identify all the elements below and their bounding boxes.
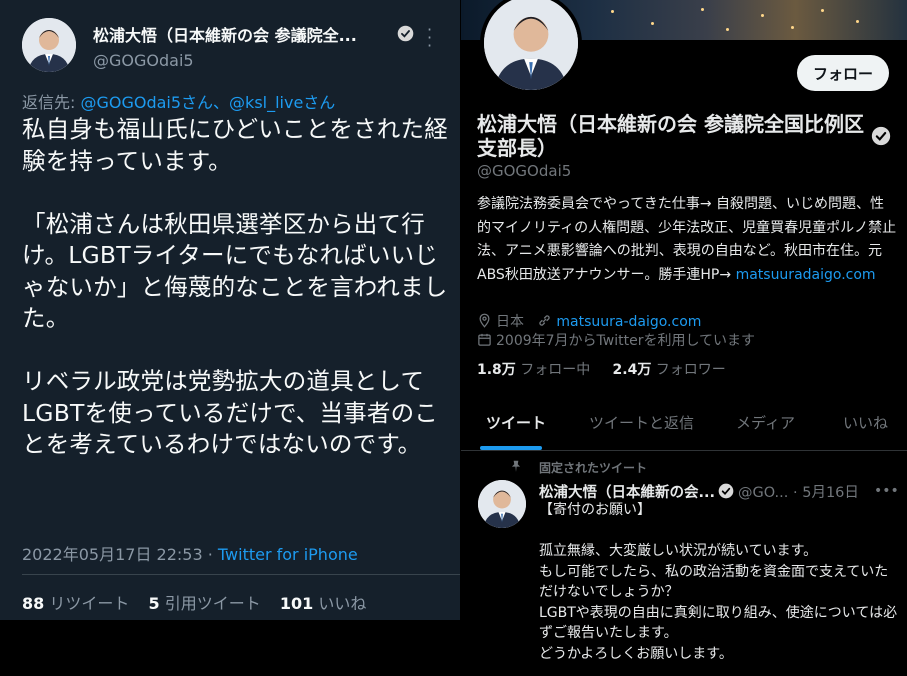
profile-panel: フォロー 松浦大悟（日本維新の会 参議院全国比例区支部長） @GOGOdai5 … <box>461 0 907 676</box>
pinned-label: 固定されたツイート <box>539 461 648 475</box>
pin-icon <box>511 460 521 472</box>
location-icon <box>479 313 490 328</box>
more-options-icon[interactable]: · · · <box>427 22 432 54</box>
tweet-text: 私自身も福山氏にひどいことをされた経験を持っています。 「松浦さんは秋田県選挙区… <box>22 115 448 458</box>
profile-joined: 2009年7月からTwitterを利用しています <box>496 333 756 349</box>
followers-count-link[interactable]: 2.4万 フォロワー <box>613 362 726 378</box>
tweet-meta: 2022年05月17日 22:53 · Twitter for iPhone <box>22 541 358 565</box>
author-handle[interactable]: @GOGOdai5 <box>93 51 194 70</box>
tweet-detail-panel: 松浦大悟（日本維新の会 参議院全... · · · @GOGOdai5 返信先: @… <box>0 0 460 620</box>
tweet-timestamp[interactable]: 2022年05月17日 22:53 · <box>22 545 218 564</box>
tweet-source-link[interactable]: Twitter for iPhone <box>218 545 358 564</box>
author-name[interactable]: 松浦大悟（日本維新の会 参議院全... <box>93 22 357 46</box>
pinned-tweet-avatar[interactable] <box>478 480 526 528</box>
verified-badge-icon <box>397 25 414 42</box>
link-icon <box>539 315 551 326</box>
following-count-link[interactable]: 1.8万 フォロー中 <box>477 362 590 378</box>
verified-badge-icon <box>718 483 734 499</box>
tab-likes[interactable]: いいね <box>843 412 888 433</box>
follow-counts: 1.8万 フォロー中 2.4万 フォロワー <box>477 359 726 379</box>
profile-handle: @GOGOdai5 <box>477 162 572 180</box>
quotes-stat[interactable]: 5 引用ツイート <box>148 594 260 613</box>
divider <box>22 574 460 575</box>
profile-joined-row: 2009年7月からTwitterを利用しています <box>477 330 755 350</box>
profile-info-row: 日本 matsuura-daigo.com <box>477 311 701 331</box>
profile-avatar[interactable] <box>480 0 582 94</box>
tab-tweets[interactable]: ツイート <box>486 412 546 433</box>
profile-tabs: ツイート ツイートと返信 メディア いいね <box>461 398 907 451</box>
pinned-tweet-text: 【寄付のお願い】 孤立無縁、大変厳しい状況が続いています。 もし可能でしたら、私… <box>539 502 898 662</box>
profile-bio: 参議院法務委員会でやってきた仕事→ 自殺問題、いじめ問題、性的マイノリティの人権… <box>477 193 897 287</box>
profile-name: 松浦大悟（日本維新の会 参議院全国比例区支部長） <box>477 112 864 160</box>
profile-location: 日本 <box>496 314 524 330</box>
reply-mentions-link[interactable]: @GOGOdai5さん、@ksl_liveさん <box>80 93 335 112</box>
follow-button[interactable]: フォロー <box>797 55 889 91</box>
profile-website-link[interactable]: matsuura-daigo.com <box>556 314 701 330</box>
verified-badge-icon <box>871 126 891 146</box>
author-avatar[interactable] <box>22 18 76 72</box>
calendar-icon <box>478 333 491 346</box>
reply-to-label: 返信先: <box>22 93 81 112</box>
pinned-tweet-handle-date[interactable]: @GO... · 5月16日 <box>738 481 859 502</box>
retweets-stat[interactable]: 88 リツイート <box>22 594 129 613</box>
reply-to-line: 返信先: @GOGOdai5さん、@ksl_liveさん <box>22 89 335 113</box>
active-tab-indicator <box>480 446 542 450</box>
more-options-icon[interactable]: ••• <box>874 483 899 499</box>
likes-stat[interactable]: 101 いいね <box>280 594 367 613</box>
tab-tweets-and-replies[interactable]: ツイートと返信 <box>589 412 694 433</box>
bio-link[interactable]: matsuuradaigo.com <box>736 267 876 283</box>
tab-media[interactable]: メディア <box>736 412 795 433</box>
pinned-tweet-author-name[interactable]: 松浦大悟（日本維新の会... <box>539 481 715 502</box>
tweet-stats: 88 リツイート 5 引用ツイート 101 いいね <box>22 590 366 614</box>
